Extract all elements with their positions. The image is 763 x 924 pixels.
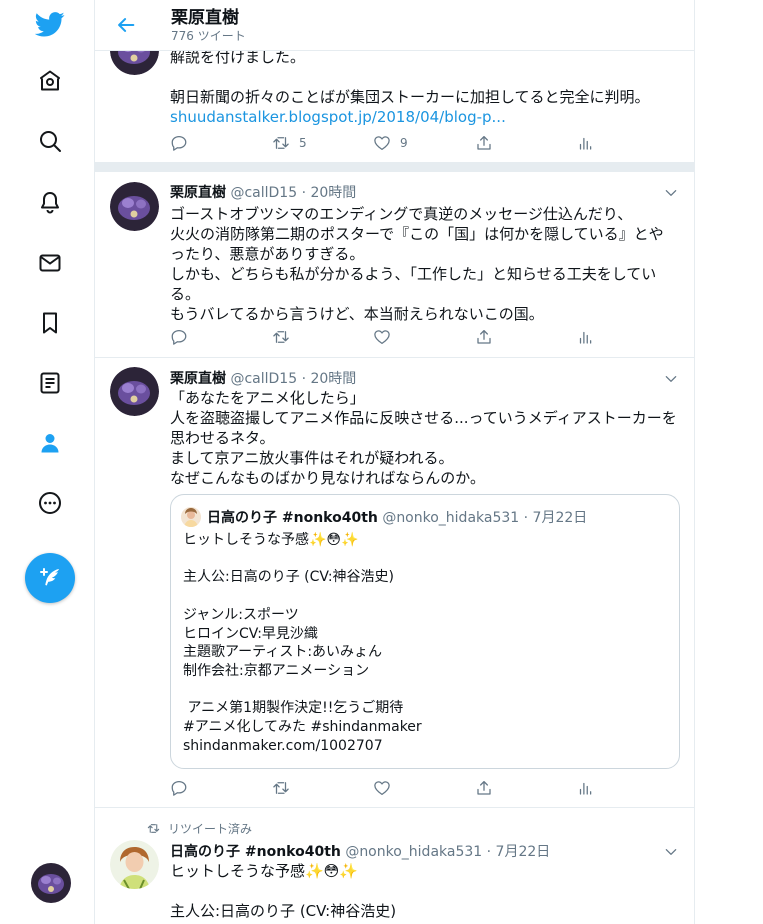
display-name[interactable]: 栗原直樹: [170, 371, 226, 387]
chevron-down-icon[interactable]: [664, 372, 678, 386]
tweet-header: 日高のり子 #nonko40th @nonko_hidaka531 · 7月22…: [170, 841, 550, 861]
share-button[interactable]: [475, 133, 493, 153]
handle: @nonko_hidaka531: [382, 510, 520, 526]
feather-plus-icon: [40, 568, 59, 586]
tweet-text: ヒットしそうな予感✨😳✨ 主人公:日高のり子 (CV:神谷浩史): [170, 862, 397, 920]
analytics-icon: [579, 331, 592, 344]
tweet[interactable]: 栗原直樹 @callD15 · 20時間 「あなたをアニメ化したら」 人を盗聴盗…: [95, 357, 694, 808]
chevron-down-icon[interactable]: [664, 845, 678, 859]
timestamp: · 7月22日: [523, 510, 588, 526]
retweet-icon: [273, 782, 289, 794]
messages-mail-icon[interactable]: [26, 239, 74, 287]
reply-icon: [171, 780, 187, 796]
home-icon[interactable]: [26, 57, 74, 105]
section-divider: [95, 162, 694, 172]
profile-icon[interactable]: [26, 419, 74, 467]
reply-button[interactable]: [170, 778, 188, 798]
quoted-tweet-text: ヒットしそうな予感✨😳✨ 主人公:日高のり子 (CV:神谷浩史) ジャンル:スポ…: [183, 532, 422, 754]
tweet-text: 解説を付けました。 朝日新聞の折々のことばが集団ストーカーに加担してると完全に判…: [170, 48, 650, 126]
like-button[interactable]: 9: [373, 133, 408, 153]
analytics-icon: [579, 137, 592, 150]
retweet-icon: [147, 824, 160, 833]
back-button[interactable]: [109, 8, 143, 42]
share-button[interactable]: [475, 778, 493, 798]
analytics-icon: [579, 782, 592, 795]
analytics-button[interactable]: [576, 778, 594, 798]
tweet[interactable]: 栗原直樹 @callD15 · 20時間 ゴーストオブツシマのエンディングで真逆…: [95, 172, 694, 358]
reply-button[interactable]: [170, 133, 188, 153]
timeline-column: 栗原直樹 776 ツイート 解説を付けました。 朝日新聞の折々のことばが集団スト…: [94, 0, 695, 924]
avatar[interactable]: [110, 840, 159, 889]
display-name[interactable]: 栗原直樹: [170, 185, 226, 201]
search-icon[interactable]: [26, 117, 74, 165]
chevron-down-icon[interactable]: [664, 186, 678, 200]
retweet-button[interactable]: [272, 327, 290, 347]
retweet-icon: [273, 137, 289, 149]
tweet[interactable]: リツイート済み 日高のり子 #nonko40th @nonko_hidaka53…: [95, 808, 694, 924]
retweet-icon: [273, 331, 289, 343]
quoted-tweet[interactable]: 日高のり子 #nonko40th @nonko_hidaka531 · 7月22…: [170, 494, 680, 769]
share-button[interactable]: [475, 327, 493, 347]
tweet-text: 「あなたをアニメ化したら」 人を盗聴盗撮してアニメ作品に反映させる...っていう…: [170, 389, 677, 487]
like-button[interactable]: [373, 327, 391, 347]
timestamp[interactable]: · 20時間: [302, 371, 357, 387]
profile-header: 栗原直樹 776 ツイート: [95, 0, 694, 51]
retweeted-label: リツイート済み: [147, 820, 252, 837]
handle[interactable]: @nonko_hidaka531: [345, 844, 482, 860]
heart-icon: [374, 330, 390, 345]
tweet-link[interactable]: shuudanstalker.blogspot.jp/2018/04/blog-…: [170, 108, 506, 126]
like-button[interactable]: [373, 778, 391, 798]
like-count: 9: [400, 136, 408, 150]
share-icon: [477, 135, 491, 150]
retweet-button[interactable]: [272, 778, 290, 798]
share-icon: [477, 780, 491, 795]
reply-icon: [171, 135, 187, 151]
tweet-text: ゴーストオブツシマのエンディングで真逆のメッセージ仕込んだり、 火火の消防隊第二…: [170, 205, 664, 323]
retweet-count: 5: [299, 136, 307, 150]
bookmarks-icon[interactable]: [26, 299, 74, 347]
heart-icon: [374, 136, 390, 151]
quoted-tweet-header: 日高のり子 #nonko40th @nonko_hidaka531 · 7月22…: [207, 507, 587, 527]
notifications-bell-icon[interactable]: [26, 178, 74, 226]
avatar[interactable]: [110, 367, 159, 416]
lists-icon[interactable]: [26, 359, 74, 407]
tweet-actions: [170, 327, 600, 347]
tweet-count: 776 ツイート: [171, 29, 246, 43]
timestamp[interactable]: · 20時間: [302, 185, 357, 201]
tweet-actions: 5 9: [170, 133, 600, 153]
reply-button[interactable]: [170, 327, 188, 347]
share-icon: [477, 329, 491, 344]
retweet-button[interactable]: 5: [272, 133, 307, 153]
twitter-logo-icon[interactable]: [26, 0, 74, 48]
display-name[interactable]: 日高のり子 #nonko40th: [170, 844, 341, 860]
arrow-left-icon: [118, 18, 135, 32]
tweet-actions: [170, 778, 600, 798]
avatar[interactable]: [110, 182, 159, 231]
display-name: 日高のり子 #nonko40th: [207, 510, 378, 526]
sidebar-nav: [0, 0, 95, 924]
more-icon[interactable]: [26, 479, 74, 527]
handle[interactable]: @callD15: [230, 371, 297, 387]
handle[interactable]: @callD15: [230, 185, 297, 201]
account-avatar[interactable]: [31, 863, 71, 903]
page-title: 栗原直樹: [171, 8, 239, 28]
timestamp[interactable]: · 7月22日: [487, 844, 551, 860]
tweet-header: 栗原直樹 @callD15 · 20時間: [170, 182, 356, 202]
reply-icon: [171, 329, 187, 345]
heart-icon: [374, 781, 390, 796]
analytics-button[interactable]: [576, 327, 594, 347]
analytics-button[interactable]: [576, 133, 594, 153]
tweet-header: 栗原直樹 @callD15 · 20時間: [170, 368, 356, 388]
avatar[interactable]: [181, 507, 201, 527]
compose-tweet-button[interactable]: [25, 553, 75, 603]
